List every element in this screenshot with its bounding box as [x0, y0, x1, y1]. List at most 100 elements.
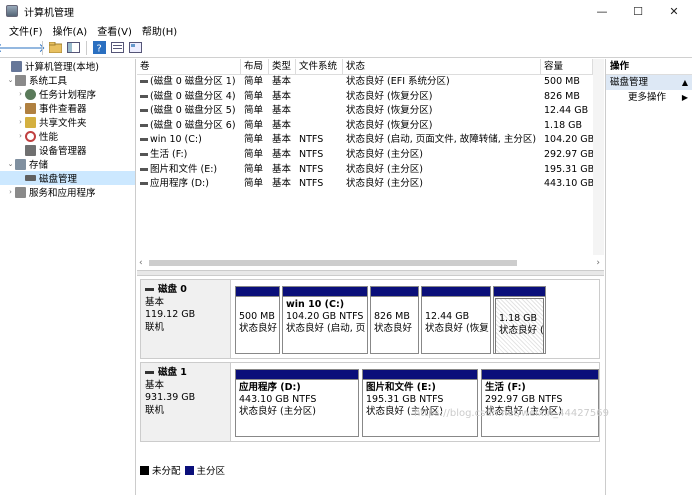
volume-name-text: 应用程序 (D:) — [150, 178, 209, 190]
partition-title — [239, 299, 276, 311]
volume-capacity: 12.44 GB — [544, 105, 589, 117]
column-status[interactable]: 状态 — [343, 59, 541, 74]
more-actions-label: 更多操作 — [628, 92, 667, 103]
partition-block[interactable]: 生活 (F:) 292.97 GB NTFS 状态良好 (主分区) — [481, 369, 599, 437]
partition-status: 状态良好 (主分区) — [239, 406, 316, 417]
scrollbar-thumb[interactable] — [149, 260, 517, 266]
svg-text:?: ? — [97, 44, 102, 55]
watermark: https://blog.csdn.net/weixin_44427569 — [414, 408, 610, 419]
volume-layout: 简单 — [244, 148, 264, 160]
volume-row[interactable]: 应用程序 (D:)简单基本NTFS状态良好 (主分区)443.10 GB4 — [137, 177, 604, 192]
disk-0-info[interactable]: 磁盘 0 基本 119.12 GB 联机 — [141, 280, 231, 358]
partition-status: 状态良好 — [374, 323, 413, 334]
tree-item-disk-management[interactable]: 磁盘管理 — [0, 171, 135, 185]
expand-chevron-icon[interactable]: › — [16, 118, 25, 126]
volume-status: 状态良好 (主分区) — [346, 178, 423, 190]
partition-block-selected[interactable]: 1.18 GB 状态良好 ( — [493, 286, 546, 354]
actions-pane: 操作 磁盘管理 ▲ 更多操作 ▶ — [605, 59, 692, 495]
collapse-arrow-icon[interactable]: ▲ — [682, 75, 688, 90]
volume-row[interactable]: 图片和文件 (E:)简单基本NTFS状态良好 (主分区)195.31 GB1 — [137, 163, 604, 178]
partition-block[interactable]: win 10 (C:) 104.20 GB NTFS 状态良好 (启动, 页 — [282, 286, 368, 354]
volume-name: (磁盘 0 磁盘分区 1) — [137, 75, 241, 90]
partition-size: 12.44 GB — [425, 311, 470, 322]
show-hide-tree-icon[interactable] — [66, 40, 81, 55]
volume-name-text: (磁盘 0 磁盘分区 1) — [150, 76, 236, 87]
volume-icon — [140, 152, 148, 156]
menu-action[interactable]: 操作(A) — [48, 23, 93, 38]
volume-icon — [140, 123, 148, 127]
expand-chevron-icon[interactable]: ⌄ — [6, 76, 15, 84]
partition-bar — [236, 287, 279, 297]
volume-row[interactable]: 生活 (F:)简单基本NTFS状态良好 (主分区)292.97 GB2 — [137, 148, 604, 163]
maximize-button[interactable]: ☐ — [620, 0, 656, 22]
volume-status: 状态良好 (启动, 页面文件, 故障转储, 主分区) — [346, 134, 537, 146]
disk-type: 基本 — [145, 379, 165, 391]
partition-title — [425, 299, 487, 311]
tree-item-storage[interactable]: ⌄ 存储 — [0, 157, 135, 171]
disk-1-info[interactable]: 磁盘 1 基本 931.39 GB 联机 — [141, 363, 231, 441]
close-button[interactable]: ✕ — [656, 0, 692, 22]
forward-arrow-icon[interactable]: 🡒 — [13, 40, 45, 55]
tree-item-label: 设备管理器 — [39, 146, 87, 157]
actions-group-disk-management[interactable]: 磁盘管理 ▲ — [606, 75, 692, 90]
help-icon[interactable]: ? — [92, 40, 107, 55]
minimize-button[interactable]: — — [584, 0, 620, 22]
tree-item-task-scheduler[interactable]: › 任务计划程序 — [0, 87, 135, 101]
partition-size: 104.20 GB NTFS — [286, 311, 364, 322]
tree-item-performance[interactable]: › 性能 — [0, 129, 135, 143]
view-icon[interactable] — [128, 40, 143, 55]
column-volume[interactable]: 卷 — [137, 59, 241, 74]
legend: 未分配 主分区 — [140, 463, 225, 477]
up-folder-icon[interactable] — [48, 40, 63, 55]
expand-chevron-icon[interactable]: › — [16, 104, 25, 112]
partition-block[interactable]: 应用程序 (D:) 443.10 GB NTFS 状态良好 (主分区) — [235, 369, 359, 437]
column-layout[interactable]: 布局 — [241, 59, 269, 74]
tree-item-event-viewer[interactable]: › 事件查看器 — [0, 101, 135, 115]
column-filesystem[interactable]: 文件系统 — [296, 59, 343, 74]
volume-row[interactable]: (磁盘 0 磁盘分区 4)简单基本状态良好 (恢复分区)826 MB8 — [137, 90, 604, 105]
column-type[interactable]: 类型 — [269, 59, 296, 74]
volume-layout: 简单 — [244, 163, 264, 175]
properties-icon[interactable] — [110, 40, 125, 55]
disk-icon — [145, 371, 154, 374]
partition-block[interactable]: 图片和文件 (E:) 195.31 GB NTFS 状态良好 (主分区) — [362, 369, 478, 437]
volume-list: (磁盘 0 磁盘分区 1)简单基本状态良好 (EFI 系统分区)500 MB5(… — [137, 75, 604, 192]
services-icon — [15, 186, 26, 198]
volume-capacity: 104.20 GB — [544, 134, 593, 146]
tree-item-system-tools[interactable]: ⌄ 系统工具 — [0, 73, 135, 87]
scroll-left-icon[interactable]: ‹ — [139, 258, 143, 268]
column-capacity[interactable]: 容量 — [541, 59, 593, 74]
volume-row[interactable]: (磁盘 0 磁盘分区 6)简单基本状态良好 (恢复分区)1.18 GB1 — [137, 119, 604, 134]
tree-item-label: 任务计划程序 — [39, 90, 97, 101]
volume-list-horizontal-scrollbar[interactable]: ‹ › — [137, 257, 604, 269]
volume-row[interactable]: (磁盘 0 磁盘分区 5)简单基本状态良好 (恢复分区)12.44 GB1 — [137, 104, 604, 119]
partition-title — [374, 299, 415, 311]
tree-item-shared-folders[interactable]: › 共享文件夹 — [0, 115, 135, 129]
volume-row[interactable]: (磁盘 0 磁盘分区 1)简单基本状态良好 (EFI 系统分区)500 MB5 — [137, 75, 604, 90]
partition-block[interactable]: 826 MB 状态良好 — [370, 286, 419, 354]
volume-row[interactable]: win 10 (C:) 简单 基本 NTFS 状态良好 (启动, 页面文件, 故障转储,… — [137, 133, 604, 148]
tree-item-device-manager[interactable]: 设备管理器 — [0, 143, 135, 157]
menu-file[interactable]: 文件(F) — [4, 23, 48, 38]
volume-filesystem: NTFS — [299, 178, 324, 190]
menu-view[interactable]: 查看(V) — [92, 23, 137, 38]
tree-item-computer-management[interactable]: 计算机管理(本地) — [0, 59, 135, 73]
pane-splitter[interactable] — [137, 270, 604, 276]
menu-help[interactable]: 帮助(H) — [137, 23, 182, 38]
expand-chevron-icon[interactable]: › — [16, 90, 25, 98]
volume-name: 应用程序 (D:) — [137, 177, 241, 192]
disk-name: 磁盘 1 — [158, 367, 187, 378]
expand-chevron-icon[interactable]: › — [16, 132, 25, 140]
scroll-right-icon[interactable]: › — [596, 258, 600, 268]
disk-name: 磁盘 0 — [158, 284, 187, 295]
volume-filesystem: NTFS — [299, 134, 324, 146]
partition-block[interactable]: 12.44 GB 状态良好 (恢复 — [421, 286, 491, 354]
partition-status: 状态良好 (启动, 页 — [286, 323, 366, 334]
expand-chevron-icon[interactable]: › — [6, 188, 15, 196]
partition-block[interactable]: 500 MB 状态良好 — [235, 286, 280, 354]
toolbar: 🡐 🡒 ? — [0, 38, 692, 58]
expand-chevron-icon[interactable]: ⌄ — [6, 160, 15, 168]
tree-item-services-apps[interactable]: › 服务和应用程序 — [0, 185, 135, 199]
volume-list-vertical-scrollbar[interactable] — [593, 59, 604, 255]
more-actions-item[interactable]: 更多操作 ▶ — [606, 90, 692, 105]
